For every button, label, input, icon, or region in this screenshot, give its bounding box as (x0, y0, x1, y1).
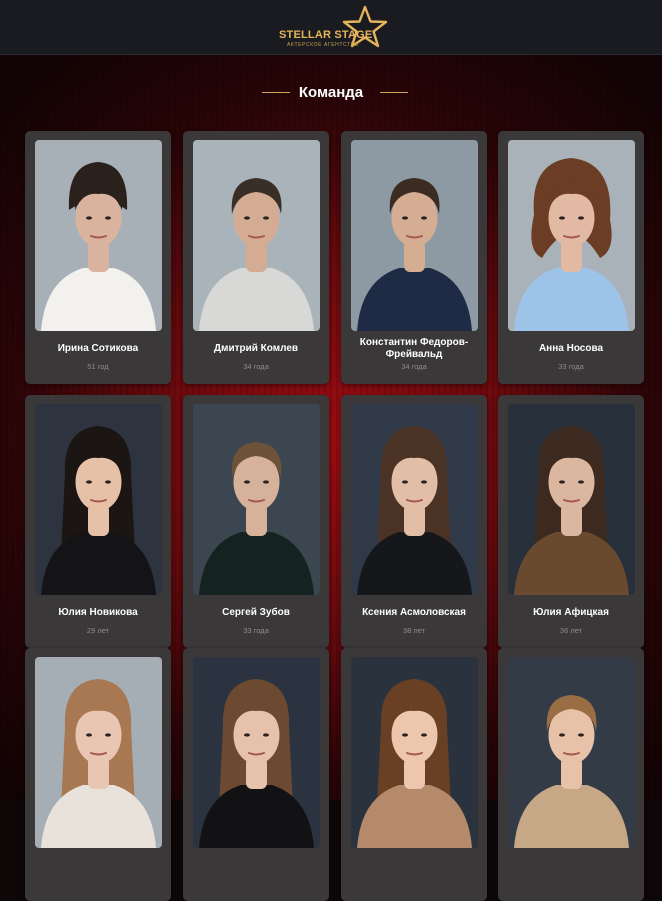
team-member-card[interactable] (498, 648, 644, 901)
member-name: Сергей Зубов (222, 607, 290, 618)
member-photo[interactable] (351, 140, 478, 331)
team-member-card[interactable]: Ксения Асмоловская 38 лет (341, 395, 487, 648)
team-member-card[interactable]: Сергей Зубов 33 года (183, 395, 329, 648)
team-member-card[interactable]: Анна Носова 33 года (498, 131, 644, 384)
member-name: Ксения Асмоловская (362, 607, 466, 618)
stellar-stage-logo[interactable]: STELLAR STAGE АКТЕРСКОЕ АГЕНТСТВО (279, 5, 391, 51)
portrait-photo (351, 657, 478, 848)
portrait-photo (35, 140, 162, 331)
member-photo[interactable] (508, 404, 635, 595)
member-photo[interactable] (351, 404, 478, 595)
team-member-card[interactable]: Юлия Афицкая 36 лет (498, 395, 644, 648)
member-age: 34 года (243, 362, 269, 371)
portrait-photo (508, 657, 635, 848)
team-member-card[interactable] (341, 648, 487, 901)
section-title: Команда (298, 84, 364, 101)
member-name: Константин Федоров-Фрейвальд (359, 337, 469, 360)
site-header: STELLAR STAGE АКТЕРСКОЕ АГЕНТСТВО (0, 0, 662, 55)
member-name: Анна Носова (538, 343, 604, 354)
member-photo[interactable] (193, 404, 320, 595)
member-photo[interactable] (351, 657, 478, 848)
member-photo[interactable] (193, 657, 320, 848)
member-age: 36 лет (559, 626, 583, 635)
portrait-photo (351, 404, 478, 595)
member-photo[interactable] (35, 404, 162, 595)
member-name: Юлия Новикова (58, 607, 138, 618)
team-member-card[interactable] (183, 648, 329, 901)
member-photo[interactable] (35, 657, 162, 848)
member-age: 34 года (401, 362, 427, 371)
member-photo[interactable] (508, 140, 635, 331)
team-member-card[interactable]: Дмитрий Комлев 34 года (183, 131, 329, 384)
section-heading: Команда (0, 81, 662, 105)
member-age: 38 лет (402, 626, 426, 635)
member-photo[interactable] (193, 140, 320, 331)
title-divider-right (380, 92, 408, 93)
team-member-card[interactable]: Константин Федоров-Фрейвальд 34 года (341, 131, 487, 384)
portrait-photo (193, 657, 320, 848)
member-age: 51 год (87, 362, 109, 371)
logo-text: STELLAR STAGE (279, 29, 373, 41)
member-age: 33 года (243, 626, 269, 635)
team-member-card[interactable] (25, 648, 171, 901)
member-photo[interactable] (35, 140, 162, 331)
portrait-photo (193, 140, 320, 331)
logo-subtitle: АКТЕРСКОЕ АГЕНТСТВО (287, 42, 359, 48)
portrait-photo (508, 140, 635, 331)
member-name: Юлия Афицкая (533, 607, 609, 618)
portrait-photo (508, 404, 635, 595)
member-name: Ирина Сотикова (57, 343, 139, 354)
portrait-photo (35, 657, 162, 848)
member-age: 33 года (558, 362, 584, 371)
member-name: Дмитрий Комлев (213, 343, 299, 354)
member-photo[interactable] (508, 657, 635, 848)
team-member-card[interactable]: Ирина Сотикова 51 год (25, 131, 171, 384)
member-age: 29 лет (86, 626, 110, 635)
team-member-card[interactable]: Юлия Новикова 29 лет (25, 395, 171, 648)
portrait-photo (351, 140, 478, 331)
portrait-photo (35, 404, 162, 595)
portrait-photo (193, 404, 320, 595)
